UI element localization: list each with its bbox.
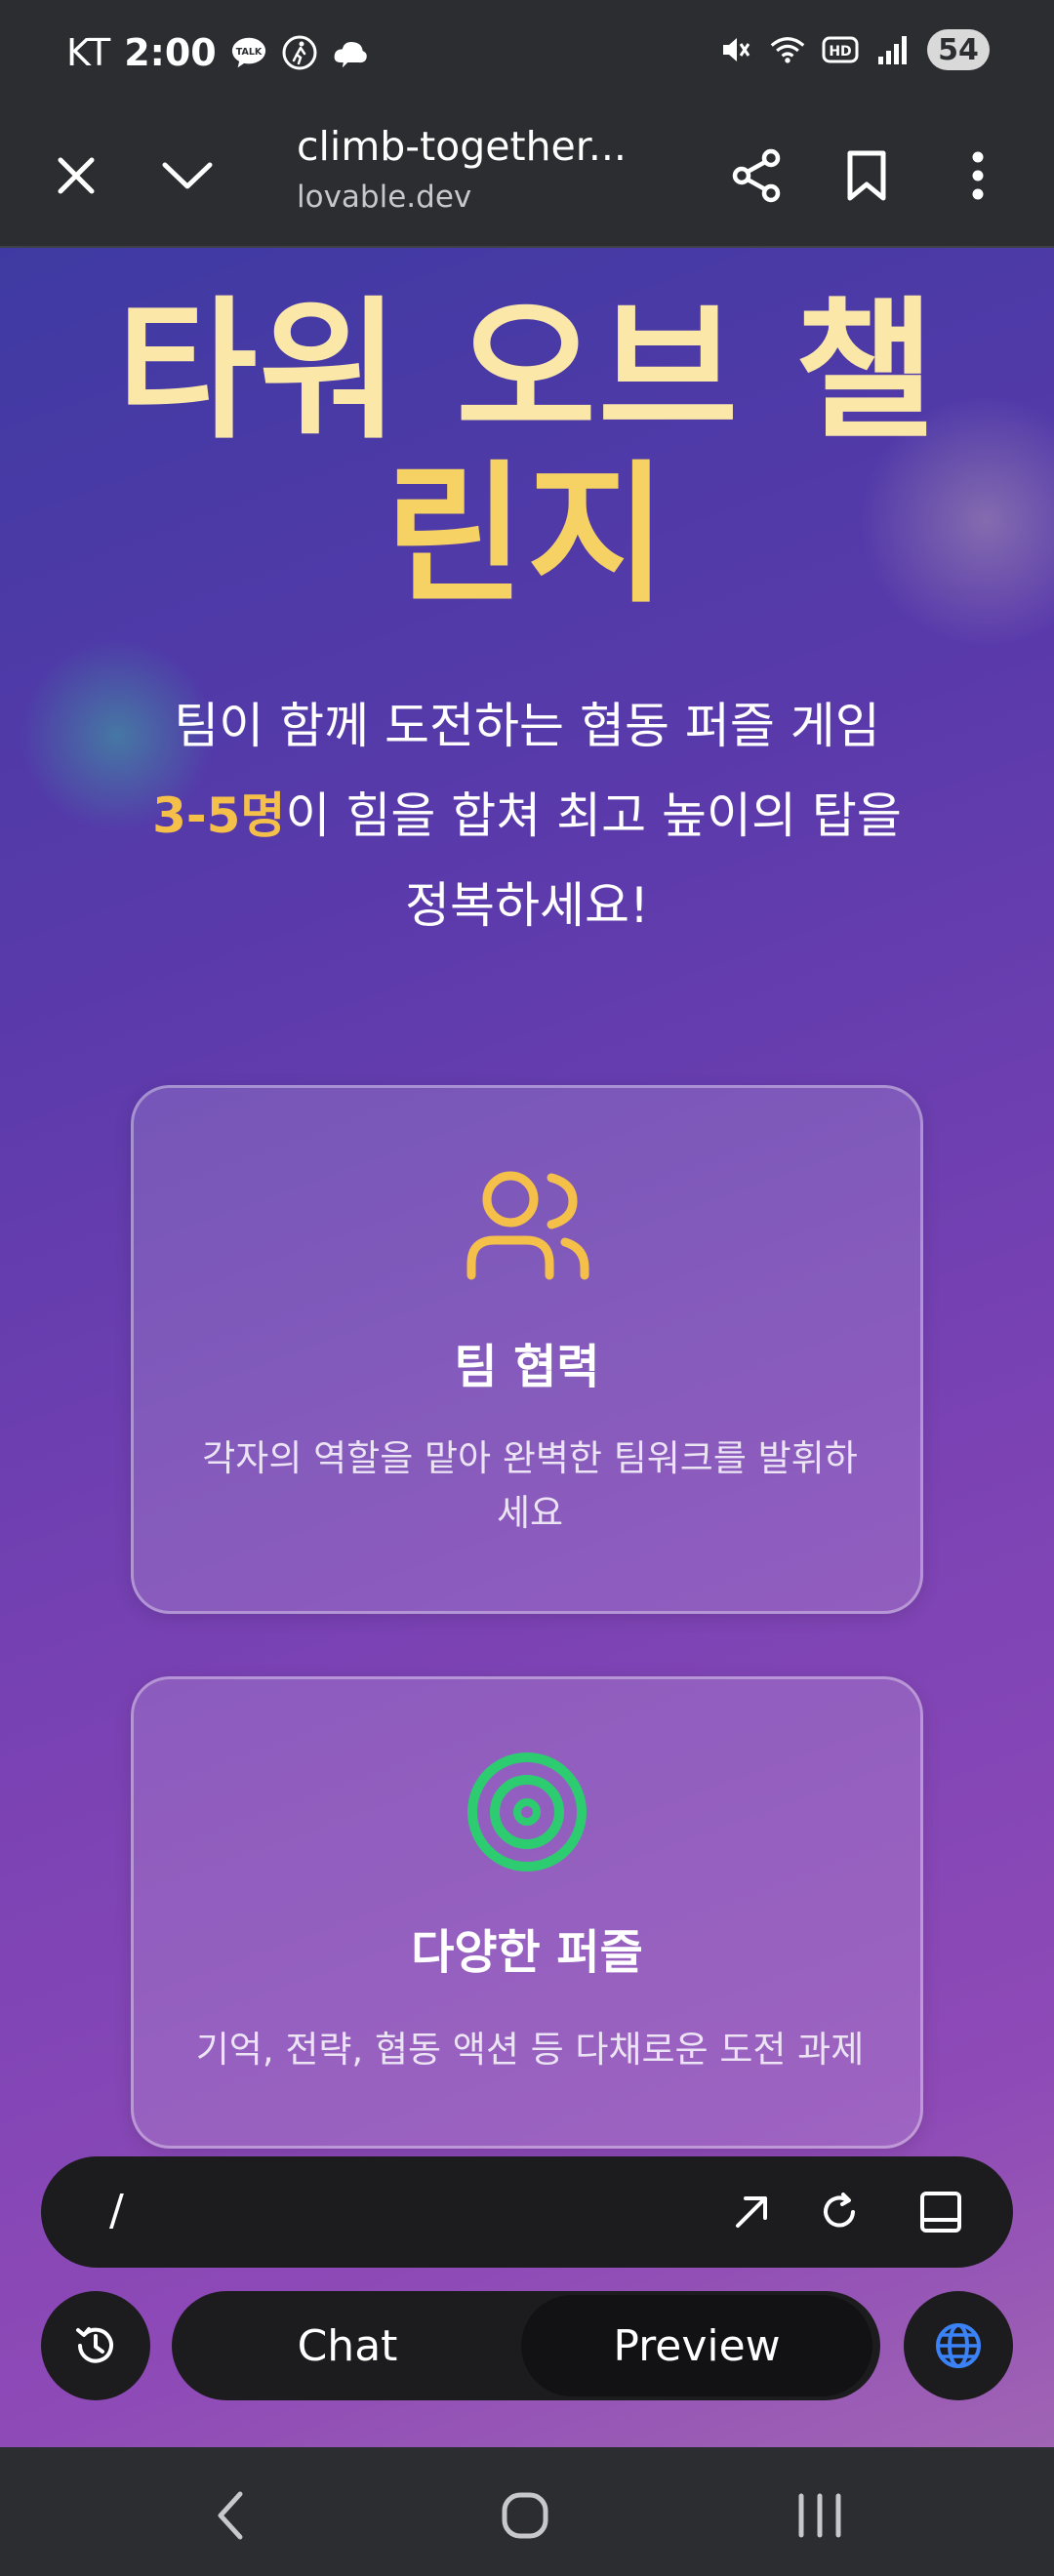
more-vertical-icon [972,151,984,200]
close-tab-button[interactable] [37,137,115,215]
back-icon [218,2491,243,2540]
refresh-button[interactable] [812,2185,867,2239]
phone-screen: KT 2:00 TALK HD 54 climb-together... lov… [0,0,1054,2576]
feature-desc-line: 기억, 전략, 협동 액션 등 다채로운 도전 과제 [195,2029,865,2071]
preview-path-input[interactable]: / [109,2186,124,2235]
refresh-icon [824,2193,855,2228]
history-button[interactable] [41,2291,150,2400]
feature-card-team: 팀 협력 각자의 역할을 맡아 완벽한 팀워크를 발휘하 세요 [131,1085,923,1614]
talk-icon: TALK [230,34,267,71]
open-external-icon [736,2196,767,2228]
bottom-controls: Chat Preview [0,2291,1054,2400]
recents-icon [798,2493,841,2538]
share-button[interactable] [718,137,796,215]
system-nav-bar [0,2447,1054,2576]
share-icon [732,148,781,203]
feature-title: 다양한 퍼즐 [411,1925,643,1980]
svg-text:HD: HD [829,44,851,60]
home-button[interactable] [486,2476,564,2555]
mute-icon [716,31,753,68]
preview-url-bar: / [41,2156,1013,2268]
subtitle-line: 팀이 함께 도전하는 협동 퍼즐 게임 [174,698,880,754]
open-external-button[interactable] [724,2185,779,2239]
status-right: HD 54 [716,29,990,70]
panel-toggle-button[interactable] [913,2185,968,2239]
cloud-icon [332,34,369,71]
page-domain[interactable]: lovable.dev [297,180,471,215]
bookmark-icon [847,150,886,201]
home-icon [502,2492,548,2539]
signal-icon [874,31,912,68]
hero-title: 타워 오브 챌 린지 [88,289,966,617]
status-left: KT 2:00 TALK [66,31,369,74]
player-count-highlight: 3-5명 [152,787,286,844]
subtitle-line: 3-5명이 힘을 합쳐 최고 높이의 탑을 [88,771,966,861]
target-icon [134,1750,920,1874]
talk-badge-text: TALK [235,47,262,58]
chat-preview-toggle: Chat Preview [172,2291,880,2400]
clock: 2:00 [124,31,217,74]
hd-icon: HD [822,31,859,68]
carrier-label: KT [66,31,111,74]
walk-icon [281,34,318,71]
web-content[interactable]: 타워 오브 챌 린지 팀이 함께 도전하는 협동 퍼즐 게임 3-5명이 힘을 … [0,248,1054,2447]
bookmark-button[interactable] [828,137,906,215]
subtitle-line-rest: 이 힘을 합쳐 최고 높이의 탑을 [285,787,902,844]
panel-icon [920,2192,961,2233]
tab-preview[interactable]: Preview [521,2295,872,2396]
hero-title-line: 타워 오브 챌 [116,282,938,460]
globe-icon [936,2323,981,2368]
hero-title-line: 린지 [385,446,669,624]
collapse-button[interactable] [148,137,226,215]
status-bar: KT 2:00 TALK HD 54 [0,0,1054,109]
browser-toolbar: climb-together... lovable.dev [0,109,1054,248]
feature-desc-line: 각자의 역할을 맡아 완벽한 팀워크를 발휘하 [202,1437,858,1479]
battery-indicator: 54 [927,29,990,70]
feature-title: 팀 협력 [454,1340,600,1394]
more-options-button[interactable] [939,137,1017,215]
globe-button[interactable] [904,2291,1013,2400]
back-button[interactable] [191,2476,269,2555]
feature-description: 기억, 전략, 협동 액션 등 다채로운 도전 과제 [192,2023,868,2077]
users-icon [134,1166,920,1281]
subtitle-line: 정복하세요! [404,877,650,934]
feature-desc-line: 세요 [496,1492,564,1534]
close-icon [58,157,95,194]
feature-card-puzzles: 다양한 퍼즐 기억, 전략, 협동 액션 등 다채로운 도전 과제 [131,1676,923,2149]
feature-description: 각자의 역할을 맡아 완벽한 팀워크를 발휘하 세요 [192,1431,868,1541]
page-title[interactable]: climb-together... [297,123,627,170]
tab-chat[interactable]: Chat [172,2291,523,2400]
history-icon [76,2327,113,2363]
hero-subtitle: 팀이 함께 도전하는 협동 퍼즐 게임 3-5명이 힘을 합쳐 최고 높이의 탑… [88,681,966,950]
wifi-icon [769,31,806,68]
recents-button[interactable] [781,2476,859,2555]
chevron-down-icon [162,162,213,189]
